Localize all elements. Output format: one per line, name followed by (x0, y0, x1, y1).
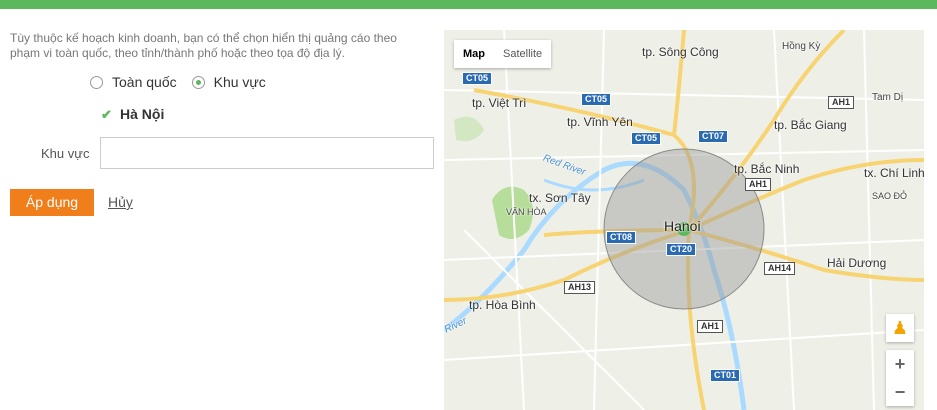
cancel-link[interactable]: Hủy (108, 194, 133, 210)
radio-nationwide[interactable] (90, 75, 103, 89)
region-input[interactable] (100, 137, 434, 169)
map-label: tp. Vĩnh Yên (567, 115, 633, 129)
road-shield: CT05 (462, 72, 493, 85)
zoom-in-button[interactable]: + (886, 350, 914, 378)
map-label: Tam Dị (872, 92, 904, 103)
region-checkbox-label: Hà Nội (120, 106, 165, 122)
map-label: SAO ĐỎ (872, 191, 908, 201)
map-label: Hồng Kỳ (782, 41, 821, 52)
road-shield: CT05 (581, 93, 612, 106)
map-label: Hải Dương (827, 256, 887, 270)
road-shield: CT01 (710, 369, 741, 382)
targeting-description: Tùy thuộc kế hoạch kinh doanh, bạn có th… (10, 31, 397, 60)
map-type-map[interactable]: Map (454, 40, 494, 68)
map-label: tp. Sông Công (642, 45, 719, 59)
map-label: tp. Hòa Bình (469, 298, 536, 312)
region-checkbox-row[interactable]: ✔ Hà Nội (100, 106, 164, 122)
map-label: VÂN HÒA (506, 207, 547, 217)
radio-nationwide-label[interactable]: Toàn quốc (112, 74, 177, 90)
road-shield: CT08 (606, 231, 637, 244)
road-shield: CT05 (631, 132, 662, 145)
zoom-out-button[interactable]: − (886, 378, 914, 406)
map-label: tx. Chí Linh (864, 166, 924, 180)
map-view[interactable]: Map Satellite tp. Sông Công Hồng Kỳ tp. … (444, 30, 924, 410)
road-shield: CT20 (666, 243, 697, 256)
road-shield: AH1 (828, 96, 855, 109)
road-shield: CT07 (698, 130, 729, 143)
top-accent-bar (0, 0, 937, 9)
street-view-pegman-icon[interactable]: ♟ (886, 314, 914, 342)
road-shield: AH14 (764, 262, 796, 275)
road-shield: AH1 (745, 178, 772, 191)
radio-region-label[interactable]: Khu vực (214, 74, 266, 90)
checkmark-icon[interactable]: ✔ (100, 108, 113, 121)
road-shield: AH1 (697, 320, 724, 333)
region-field-label: Khu vực (41, 146, 90, 161)
map-label: tx. Sơn Tây (529, 191, 591, 205)
zoom-control: + − (886, 350, 914, 406)
map-label: tp. Việt Trì (472, 96, 527, 110)
map-type-satellite[interactable]: Satellite (494, 40, 551, 68)
scope-radio-group: Toàn quốc Khu vực (90, 74, 281, 90)
map-label: tp. Bắc Ninh (734, 162, 800, 176)
apply-button[interactable]: Áp dụng (10, 189, 94, 216)
map-label: tp. Bắc Giang (774, 118, 847, 132)
radio-region[interactable] (191, 75, 205, 89)
road-shield: AH13 (564, 281, 596, 294)
map-label: Hanoi (664, 218, 701, 234)
map-type-control: Map Satellite (454, 40, 552, 68)
